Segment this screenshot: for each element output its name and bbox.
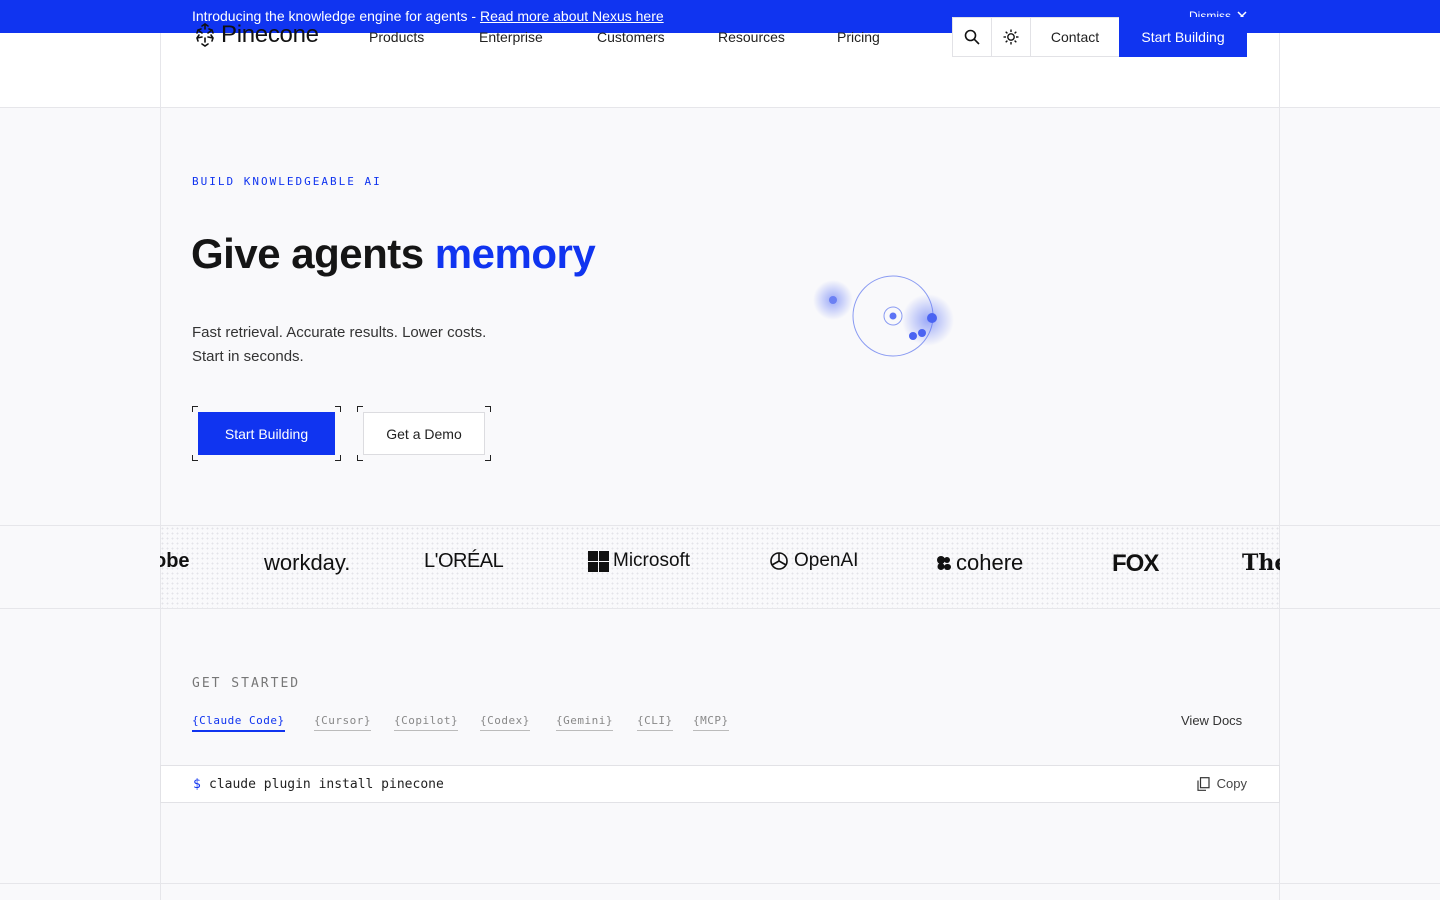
tab-gemini[interactable]: {Gemini}: [556, 714, 613, 731]
hero-subtitle-line1: Fast retrieval. Accurate results. Lower …: [192, 324, 487, 341]
hero-title: Give agents memory: [191, 230, 596, 278]
bracket-corner: [335, 455, 341, 461]
hero-eyebrow: BUILD KNOWLEDGEABLE AI: [192, 175, 382, 188]
nav-customers[interactable]: Customers: [597, 29, 665, 45]
customer-logos-strip: obe workday. L'ORÉAL Microsoft OpenAI co…: [160, 526, 1280, 608]
tab-mcp[interactable]: {MCP}: [693, 714, 729, 731]
nexus-link[interactable]: Read more about Nexus here: [480, 8, 664, 24]
bracket-corner: [192, 455, 198, 461]
search-icon: [964, 29, 980, 45]
bracket-corner: [357, 455, 363, 461]
bracket-corner: [485, 455, 491, 461]
tab-cli[interactable]: {CLI}: [637, 714, 673, 731]
nav-products[interactable]: Products: [369, 29, 424, 45]
fox-logo: FOX: [1112, 550, 1159, 578]
bracket-corner: [335, 406, 341, 412]
get-started-label: GET STARTED: [192, 676, 301, 691]
logo-label: workday.: [264, 550, 351, 575]
logo-label: obe: [160, 550, 190, 572]
adobe-logo: obe: [160, 550, 190, 573]
nav-pricing[interactable]: Pricing: [837, 29, 880, 45]
openai-logo: OpenAI: [768, 550, 858, 572]
search-button[interactable]: [953, 18, 992, 56]
contact-button[interactable]: Contact: [1031, 18, 1119, 56]
cohere-icon: [937, 556, 951, 570]
header-actions: Contact: [952, 17, 1120, 57]
vector-orbit-illustration: [813, 275, 954, 357]
openai-icon: [770, 552, 788, 570]
logo-label: Microsoft: [613, 550, 691, 571]
install-command-box: $ claude plugin install pinecone Copy: [160, 765, 1280, 803]
logo-label: FOX: [1112, 550, 1159, 577]
divider-logos-bottom: [0, 608, 1440, 609]
microsoft-icon: [588, 550, 609, 572]
header-start-building-button[interactable]: Start Building: [1119, 17, 1247, 57]
divider-bottom: [0, 883, 1440, 884]
workday-logo: workday.: [264, 550, 350, 576]
hero-start-building-button[interactable]: Start Building: [198, 412, 335, 455]
copy-icon: [1197, 776, 1210, 791]
loreal-logo: L'ORÉAL: [424, 550, 504, 573]
command-prompt: $: [193, 777, 201, 792]
pinecone-logo[interactable]: Pinecone: [193, 21, 319, 49]
cohere-logo: cohere: [936, 550, 1023, 576]
microsoft-logo: Microsoft: [588, 550, 690, 572]
hero-title-prefix: Give agents: [191, 230, 435, 277]
copy-label: Copy: [1216, 776, 1247, 791]
nav-enterprise[interactable]: Enterprise: [479, 29, 543, 45]
logo-label: OpenAI: [794, 550, 859, 571]
theme-toggle-button[interactable]: [992, 18, 1031, 56]
logo-label: L'ORÉAL: [424, 550, 504, 572]
bracket-corner: [485, 406, 491, 412]
copy-button[interactable]: Copy: [1197, 776, 1247, 791]
hero-subtitle: Fast retrieval. Accurate results. Lower …: [192, 321, 486, 369]
nyt-logo: The: [1242, 550, 1280, 576]
logo-label: cohere: [956, 550, 1024, 575]
hero-title-accent: memory: [434, 230, 596, 277]
hero-subtitle-line2: Start in seconds.: [192, 348, 304, 365]
nav-resources[interactable]: Resources: [718, 29, 785, 45]
tab-cursor[interactable]: {Cursor}: [314, 714, 371, 731]
logo-text: Pinecone: [221, 21, 319, 48]
view-docs-link[interactable]: View Docs: [1181, 713, 1242, 728]
tab-claude-code[interactable]: {Claude Code}: [192, 714, 285, 732]
tab-codex[interactable]: {Codex}: [480, 714, 530, 731]
tab-copilot[interactable]: {Copilot}: [394, 714, 459, 731]
pinecone-logo-icon: [196, 23, 214, 47]
logo-label: The: [1242, 550, 1280, 576]
get-demo-button[interactable]: Get a Demo: [363, 412, 485, 455]
sun-icon: [1003, 29, 1019, 45]
install-command[interactable]: claude plugin install pinecone: [209, 777, 444, 792]
